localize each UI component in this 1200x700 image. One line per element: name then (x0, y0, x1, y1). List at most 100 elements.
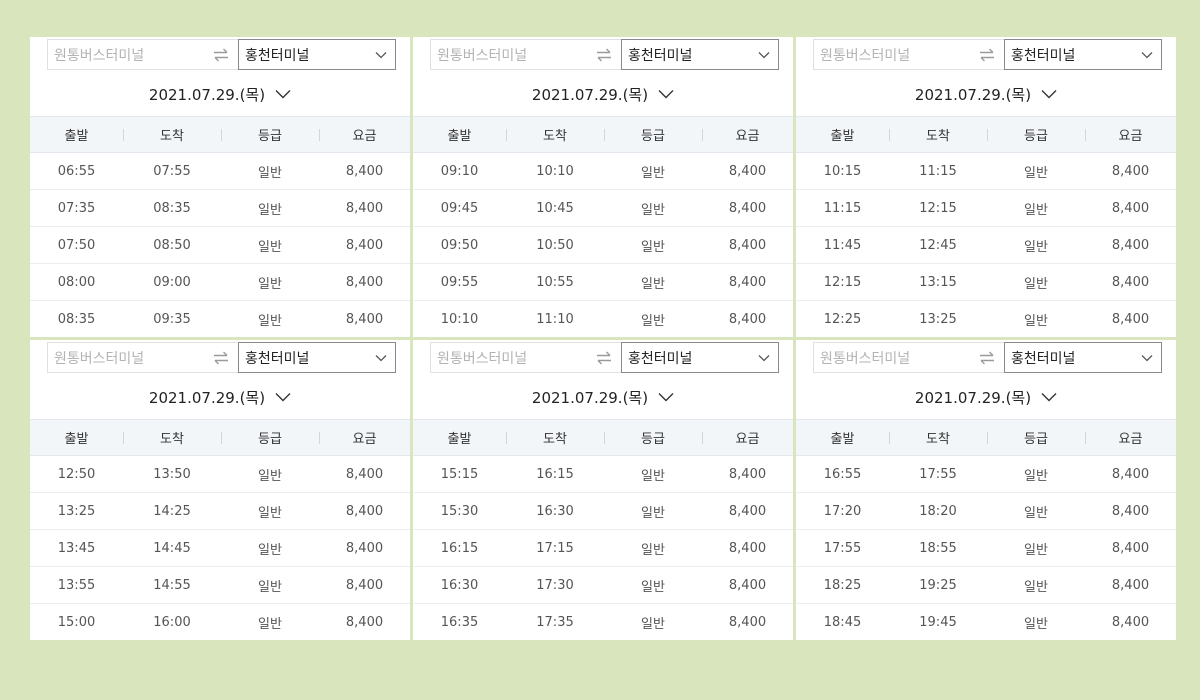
fare: 8,400 (345, 200, 384, 216)
table-row[interactable]: 13:45 14:45 일반 8,400 (30, 530, 410, 567)
column-header-departure: 출발 (64, 129, 89, 144)
destination-select[interactable]: 홍천터미널 (238, 342, 396, 373)
arrival-time: 10:45 (536, 200, 574, 216)
table-row[interactable]: 17:55 18:55 일반 8,400 (796, 530, 1176, 567)
table-row[interactable]: 09:10 10:10 일반 8,400 (413, 153, 793, 190)
table-header: 출발 도착 등급 요금 (796, 419, 1176, 456)
table-header: 출발 도착 등급 요금 (796, 116, 1176, 153)
table-row[interactable]: 12:25 13:25 일반 8,400 (796, 301, 1176, 337)
destination-select[interactable]: 홍천터미널 (238, 39, 396, 70)
table-row[interactable]: 15:30 16:30 일반 8,400 (413, 493, 793, 530)
swap-route-button[interactable] (204, 39, 238, 70)
table-row[interactable]: 18:25 19:25 일반 8,400 (796, 567, 1176, 604)
table-row[interactable]: 10:10 11:10 일반 8,400 (413, 301, 793, 337)
table-row[interactable]: 07:50 08:50 일반 8,400 (30, 227, 410, 264)
arrival-time: 10:10 (536, 163, 574, 179)
fare: 8,400 (728, 163, 767, 179)
destination-value: 홍천터미널 (1011, 350, 1076, 367)
bus-grade: 일반 (1024, 276, 1048, 292)
table-row[interactable]: 15:00 16:00 일반 8,400 (30, 604, 410, 640)
origin-input[interactable]: 원통버스터미널 (430, 342, 587, 373)
fare: 8,400 (728, 577, 767, 593)
date-label: 2021.07.29.(목) (914, 388, 1032, 407)
arrival-time: 13:50 (153, 466, 191, 482)
date-label: 2021.07.29.(목) (148, 388, 266, 407)
date-selector[interactable]: 2021.07.29.(목) (796, 81, 1176, 107)
fare: 8,400 (728, 466, 767, 482)
swap-arrows-icon (978, 351, 996, 365)
bus-grade: 일반 (1024, 617, 1048, 632)
table-row[interactable]: 08:35 09:35 일반 8,400 (30, 301, 410, 337)
table-row[interactable]: 09:55 10:55 일반 8,400 (413, 264, 793, 301)
swap-route-button[interactable] (587, 39, 621, 70)
swap-arrows-icon (978, 48, 996, 62)
table-row[interactable]: 13:25 14:25 일반 8,400 (30, 493, 410, 530)
column-header-fare: 요금 (702, 428, 793, 447)
table-row[interactable]: 16:55 17:55 일반 8,400 (796, 456, 1176, 493)
swap-route-button[interactable] (204, 342, 238, 373)
fare: 8,400 (345, 237, 384, 253)
date-selector[interactable]: 2021.07.29.(목) (30, 384, 410, 410)
date-label: 2021.07.29.(목) (531, 388, 649, 407)
table-header: 출발 도착 등급 요금 (413, 116, 793, 153)
table-row[interactable]: 09:45 10:45 일반 8,400 (413, 190, 793, 227)
table-row[interactable]: 10:15 11:15 일반 8,400 (796, 153, 1176, 190)
destination-select[interactable]: 홍천터미널 (1004, 342, 1162, 373)
table-row[interactable]: 11:45 12:45 일반 8,400 (796, 227, 1176, 264)
fare: 8,400 (1111, 163, 1150, 179)
bus-grade: 일반 (641, 505, 665, 521)
bus-grade: 일반 (1024, 202, 1048, 218)
table-row[interactable]: 07:35 08:35 일반 8,400 (30, 190, 410, 227)
origin-input[interactable]: 원통버스터미널 (430, 39, 587, 70)
departure-time: 11:45 (823, 237, 862, 253)
table-row[interactable]: 09:50 10:50 일반 8,400 (413, 227, 793, 264)
table-row[interactable]: 06:55 07:55 일반 8,400 (30, 153, 410, 190)
departure-time: 16:30 (440, 577, 479, 593)
origin-input[interactable]: 원통버스터미널 (813, 39, 970, 70)
table-row[interactable]: 17:20 18:20 일반 8,400 (796, 493, 1176, 530)
bus-grade: 일반 (258, 617, 282, 632)
date-selector[interactable]: 2021.07.29.(목) (30, 81, 410, 107)
origin-input[interactable]: 원통버스터미널 (47, 39, 204, 70)
destination-value: 홍천터미널 (1011, 47, 1076, 64)
table-row[interactable]: 12:50 13:50 일반 8,400 (30, 456, 410, 493)
destination-value: 홍천터미널 (245, 47, 310, 64)
date-selector[interactable]: 2021.07.29.(목) (796, 384, 1176, 410)
column-header-arrival: 도착 (506, 125, 604, 144)
table-row[interactable]: 08:00 09:00 일반 8,400 (30, 264, 410, 301)
departure-time: 13:25 (57, 503, 96, 519)
table-row[interactable]: 12:15 13:15 일반 8,400 (796, 264, 1176, 301)
table-row[interactable]: 16:15 17:15 일반 8,400 (413, 530, 793, 567)
date-selector[interactable]: 2021.07.29.(목) (413, 81, 793, 107)
table-row[interactable]: 16:35 17:35 일반 8,400 (413, 604, 793, 640)
table-row[interactable]: 11:15 12:15 일반 8,400 (796, 190, 1176, 227)
table-body: 10:15 11:15 일반 8,400 11:15 12:15 일반 8,40… (796, 153, 1176, 337)
fare: 8,400 (728, 237, 767, 253)
swap-route-button[interactable] (970, 39, 1004, 70)
table-row[interactable]: 18:45 19:45 일반 8,400 (796, 604, 1176, 640)
origin-input[interactable]: 원통버스터미널 (47, 342, 204, 373)
arrival-time: 17:55 (919, 466, 957, 482)
table-row[interactable]: 13:55 14:55 일반 8,400 (30, 567, 410, 604)
swap-route-button[interactable] (970, 342, 1004, 373)
departure-time: 15:30 (440, 503, 479, 519)
chevron-down-icon (758, 51, 770, 59)
fare: 8,400 (1111, 615, 1150, 630)
bus-grade: 일반 (1024, 239, 1048, 255)
fare: 8,400 (345, 615, 384, 630)
route-search: 원통버스터미널 홍천터미널 (813, 342, 1162, 373)
column-header-arrival: 도착 (123, 125, 221, 144)
arrival-time: 07:55 (153, 163, 191, 179)
chevron-down-icon (275, 89, 291, 99)
destination-select[interactable]: 홍천터미널 (621, 342, 779, 373)
destination-select[interactable]: 홍천터미널 (621, 39, 779, 70)
destination-value: 홍천터미널 (245, 350, 310, 367)
destination-select[interactable]: 홍천터미널 (1004, 39, 1162, 70)
date-selector[interactable]: 2021.07.29.(목) (413, 384, 793, 410)
table-row[interactable]: 16:30 17:30 일반 8,400 (413, 567, 793, 604)
swap-route-button[interactable] (587, 342, 621, 373)
arrival-time: 13:15 (919, 274, 957, 290)
table-row[interactable]: 15:15 16:15 일반 8,400 (413, 456, 793, 493)
route-search: 원통버스터미널 홍천터미널 (430, 342, 779, 373)
origin-input[interactable]: 원통버스터미널 (813, 342, 970, 373)
